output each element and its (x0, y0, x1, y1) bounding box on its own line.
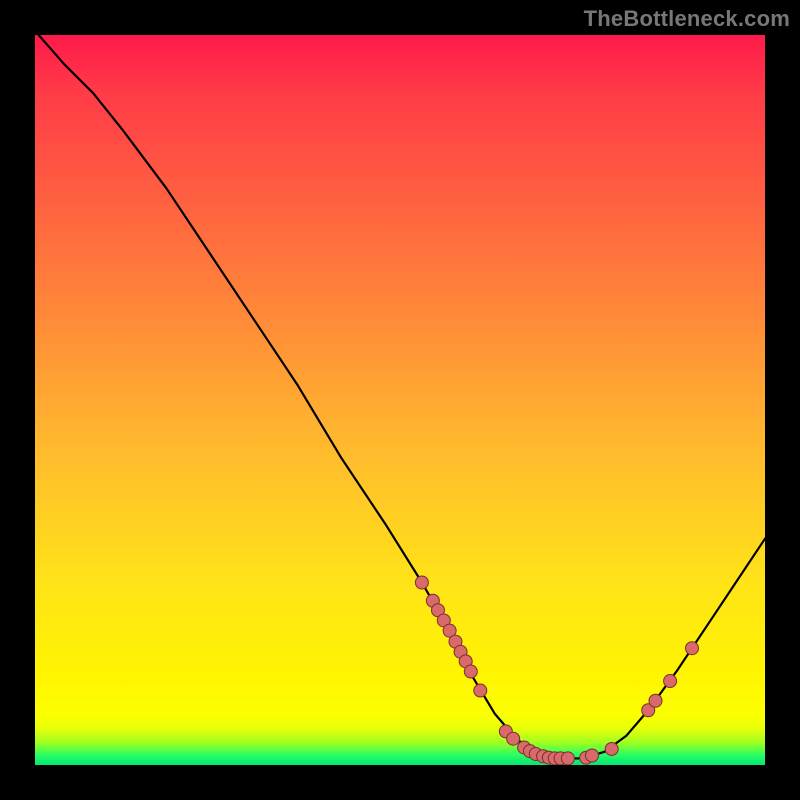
bottleneck-curve (39, 35, 765, 758)
data-point (474, 684, 487, 697)
chart-overlay (35, 35, 765, 765)
data-point (464, 665, 477, 678)
data-point (585, 749, 598, 762)
data-point (664, 675, 677, 688)
plot-area (35, 35, 765, 765)
data-point (649, 694, 662, 707)
data-point (507, 732, 520, 745)
watermark-text: TheBottleneck.com (584, 6, 790, 32)
chart-frame: TheBottleneck.com (0, 0, 800, 800)
data-points-group (415, 576, 698, 765)
data-point (686, 642, 699, 655)
data-point (415, 576, 428, 589)
data-point (561, 752, 574, 765)
data-point (605, 742, 618, 755)
